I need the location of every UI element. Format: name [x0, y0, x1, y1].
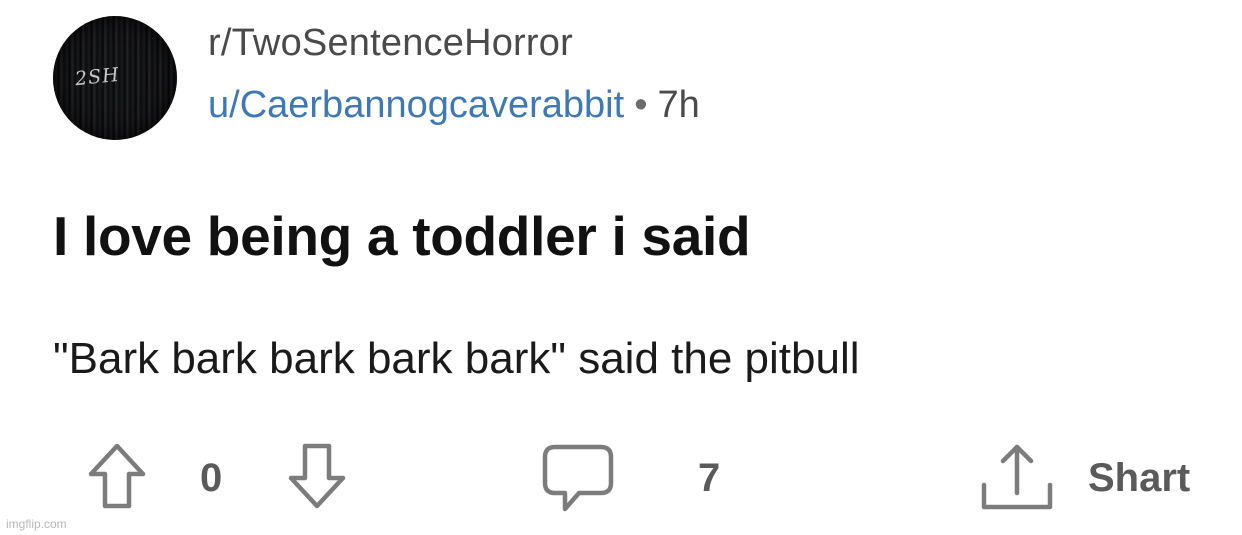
post-meta: u/Caerbannogcaverabbit • 7h [208, 84, 700, 127]
share-label[interactable]: Shart [1088, 456, 1190, 501]
downvote-button[interactable] [286, 441, 348, 511]
post-title[interactable]: I love being a toddler i said [53, 204, 751, 268]
speech-bubble-icon [542, 444, 614, 512]
subreddit-name[interactable]: r/TwoSentenceHorror [208, 22, 573, 65]
arrow-up-outline-icon [88, 443, 146, 509]
subreddit-avatar[interactable]: 2SH [53, 16, 177, 140]
share-button[interactable] [978, 441, 1056, 513]
vote-count: 0 [200, 456, 223, 500]
arrow-down-outline-icon [288, 443, 346, 509]
watermark: imgflip.com [6, 517, 67, 531]
comments-button[interactable] [541, 443, 615, 515]
username-link[interactable]: u/Caerbannogcaverabbit [208, 84, 624, 126]
upvote-button[interactable] [86, 441, 148, 511]
meta-separator: • [634, 84, 648, 126]
post-age: 7h [657, 84, 700, 126]
share-upload-icon [981, 444, 1053, 510]
post-body: "Bark bark bark bark bark" said the pitb… [53, 334, 860, 383]
avatar-logo-text: 2SH [73, 63, 121, 91]
comment-count: 7 [698, 456, 721, 500]
